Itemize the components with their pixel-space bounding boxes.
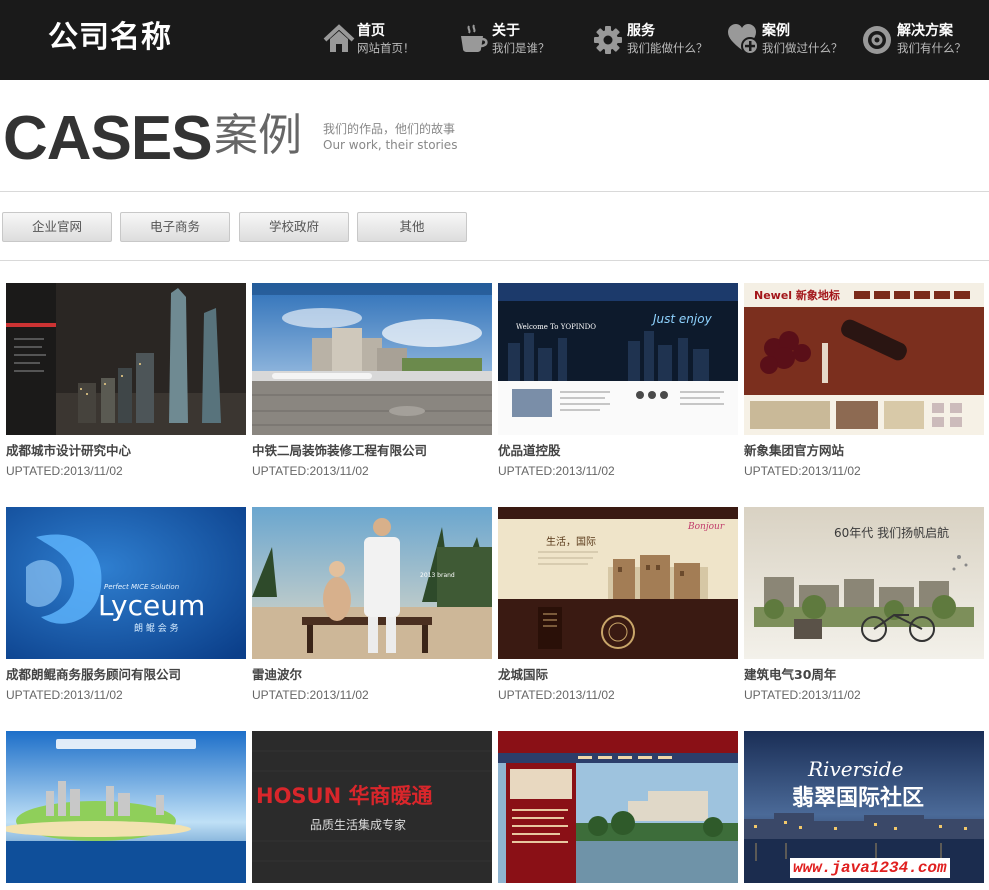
page-title-cn: 案例: [214, 110, 302, 161]
case-date: UPTATED:2013/11/02: [498, 688, 615, 702]
thumb-caption: 60年代 我们扬帆启航: [834, 525, 949, 540]
case-date: UPTATED:2013/11/02: [252, 464, 369, 478]
divider: [0, 191, 989, 192]
svg-text:Just enjoy: Just enjoy: [651, 312, 713, 326]
nav-subtitle: 我们做过什么？: [762, 41, 843, 55]
filter-button-other[interactable]: 其他: [357, 212, 467, 242]
svg-text:2013 brand: 2013 brand: [420, 572, 455, 579]
coffee-cup-icon: [461, 24, 488, 52]
nav-title: 首页: [357, 23, 385, 39]
case-date: UPTATED:2013/11/02: [6, 688, 123, 702]
heart-plus-icon: [728, 24, 759, 55]
nav-title: 解决方案: [897, 23, 953, 39]
case-title[interactable]: 新象集团官方网站: [744, 443, 989, 459]
case-title[interactable]: 优品道控股: [498, 443, 744, 459]
case-thumbnail[interactable]: [6, 283, 246, 435]
thumb-caption: Lyceum: [98, 589, 205, 622]
case-thumbnail[interactable]: Perfect MICE Solution Lyceum 朗 鲲 会 务: [6, 507, 246, 659]
case-thumbnail[interactable]: HOSUN 华商暖通 品质生活集成专家: [252, 731, 492, 883]
watermark: www.java1234.com: [790, 858, 950, 878]
divider: [0, 260, 989, 261]
page-subtitle-cn: 我们的作品，他们的故事: [323, 122, 456, 136]
thumb-caption: 生活，国际: [546, 535, 596, 548]
page-title-en: CASES: [3, 104, 213, 173]
nav-title: 服务: [627, 23, 655, 39]
nav-subtitle: 我们是谁？: [492, 41, 550, 55]
thumb-subcaption: 朗 鲲 会 务: [134, 622, 179, 634]
thumb-subcaption: 品质生活集成专家: [310, 817, 406, 832]
case-thumbnail[interactable]: 生活，国际 Bonjour: [498, 507, 738, 659]
case-thumbnail[interactable]: 60年代 我们扬帆启航: [744, 507, 984, 659]
filter-button-ecommerce[interactable]: 电子商务: [120, 212, 230, 242]
case-title[interactable]: 龙城国际: [498, 667, 744, 683]
case-date: UPTATED:2013/11/02: [744, 464, 861, 478]
case-thumbnail[interactable]: [498, 731, 738, 883]
case-thumbnail[interactable]: [252, 283, 492, 435]
case-title[interactable]: 建筑电气30周年: [744, 667, 989, 683]
nav-subtitle: 我们有什么？: [897, 41, 966, 55]
svg-text:翡翠国际社区: 翡翠国际社区: [792, 785, 924, 811]
nav-subtitle: 我们能做什么？: [627, 41, 708, 55]
nav-subtitle: 网站首页！: [357, 41, 415, 55]
company-logo[interactable]: 公司名称: [48, 18, 172, 58]
case-title[interactable]: 雷迪波尔: [252, 667, 498, 683]
case-date: UPTATED:2013/11/02: [252, 688, 369, 702]
case-title[interactable]: 成都朗鲲商务服务顾问有限公司: [6, 667, 252, 683]
nav-title: 关于: [492, 23, 520, 39]
case-thumbnail[interactable]: 2013 brand: [252, 507, 492, 659]
svg-text:Bonjour: Bonjour: [687, 522, 725, 532]
thumb-caption: Newel 新象地标: [754, 288, 840, 302]
case-thumbnail[interactable]: [6, 731, 246, 883]
site-header: 公司名称 首页 网站首页！ 关于 我们是谁？ 服务 我们能做什么？ 案例 我们做…: [0, 0, 989, 80]
case-title[interactable]: 中铁二局装饰装修工程有限公司: [252, 443, 498, 459]
filter-button-corporate[interactable]: 企业官网: [2, 212, 112, 242]
thumb-caption: Welcome To YOPINDO: [516, 323, 596, 331]
page-subtitle-en: Our work, their stories: [323, 138, 458, 152]
case-thumbnail[interactable]: Welcome To YOPINDO Just enjoy: [498, 283, 738, 435]
case-date: UPTATED:2013/11/02: [6, 464, 123, 478]
home-icon: [323, 24, 355, 52]
thumb-caption: HOSUN 华商暖通: [256, 784, 433, 808]
filter-button-school-gov[interactable]: 学校政府: [239, 212, 349, 242]
case-title[interactable]: 成都城市设计研究中心: [6, 443, 252, 459]
case-date: UPTATED:2013/11/02: [744, 688, 861, 702]
nav-title: 案例: [762, 23, 790, 39]
gear-icon: [594, 26, 622, 54]
target-icon: [863, 26, 891, 54]
case-thumbnail[interactable]: Newel 新象地标: [744, 283, 984, 435]
svg-text:Riverside: Riverside: [807, 757, 903, 781]
case-date: UPTATED:2013/11/02: [498, 464, 615, 478]
